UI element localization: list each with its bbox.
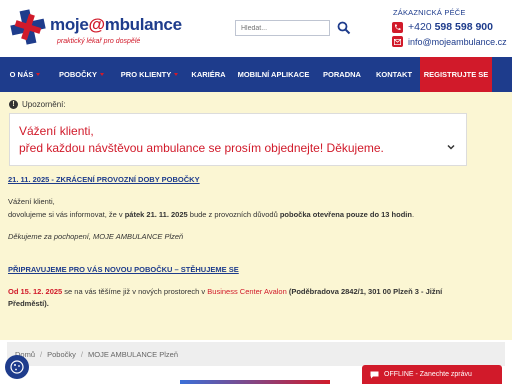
news-title-1[interactable]: 21. 11. 2025 - ZKRÁCENÍ PROVOZNÍ DOBY PO… bbox=[8, 175, 200, 184]
search-icon[interactable] bbox=[337, 21, 351, 35]
news-paragraph-2: Od 15. 12. 2025 se na vás těšíme již v n… bbox=[8, 287, 443, 296]
logo-cross-icon[interactable] bbox=[9, 8, 47, 46]
alert-accordion[interactable]: Vážení klienti, před každou návštěvou am… bbox=[9, 113, 467, 166]
nav-contact[interactable]: KONTAKT bbox=[368, 57, 420, 92]
nav-branches[interactable]: POBOČKY bbox=[50, 57, 113, 92]
news-paragraph-1: dovolujeme si vás informovat, že v pátek… bbox=[8, 210, 415, 219]
nav-for-clients[interactable]: PRO KLIENTY bbox=[113, 57, 186, 92]
nav-career[interactable]: KARIÉRA bbox=[186, 57, 231, 92]
phone-icon bbox=[392, 21, 403, 33]
customer-care-title: ZÁKAZNICKÁ PÉČE bbox=[393, 8, 466, 17]
logo-wordmark[interactable]: moje@mbulance bbox=[50, 15, 182, 35]
news-greeting: Vážení klienti, bbox=[8, 197, 55, 206]
cookie-icon bbox=[10, 360, 24, 374]
phone-link[interactable]: +420 598 598 900 bbox=[392, 21, 493, 33]
search-input[interactable] bbox=[235, 20, 330, 36]
logo-tagline: praktický lékař pro dospělé bbox=[57, 38, 141, 45]
breadcrumb-branches[interactable]: Pobočky bbox=[47, 350, 76, 359]
breadcrumb: Domů / Pobočky / MOJE AMBULANCE Plzeň bbox=[7, 342, 505, 366]
email-link[interactable]: info@mojeambulance.cz bbox=[392, 36, 507, 47]
envelope-icon bbox=[392, 36, 403, 47]
notice-heading: ! Upozornění: bbox=[9, 100, 66, 109]
caret-down-icon bbox=[36, 73, 41, 76]
caret-down-icon bbox=[174, 73, 179, 76]
cookie-settings-button[interactable] bbox=[5, 355, 29, 379]
alert-line-2: před každou návštěvou ambulance se prosí… bbox=[19, 141, 384, 155]
chat-widget[interactable]: OFFLINE - Zanechte zprávu bbox=[362, 365, 502, 384]
nav-mobile-app[interactable]: MOBILNÍ APLIKACE bbox=[231, 57, 316, 92]
site-header: moje@mbulance praktický lékař pro dospěl… bbox=[0, 0, 512, 57]
nav-register-button[interactable]: REGISTRUJTE SE bbox=[420, 57, 492, 92]
main-navigation: O NÁS POBOČKY PRO KLIENTY KARIÉRA MOBILN… bbox=[0, 57, 512, 92]
alert-line-1: Vážení klienti, bbox=[19, 124, 94, 138]
chat-bubble-icon bbox=[370, 371, 379, 378]
info-icon: ! bbox=[9, 100, 18, 109]
hero-image-edge bbox=[180, 380, 330, 384]
breadcrumb-current: MOJE AMBULANCE Plzeň bbox=[87, 349, 179, 359]
caret-down-icon bbox=[99, 73, 104, 76]
news-thanks: Děkujeme za pochopení, MOJE AMBULANCE Pl… bbox=[8, 232, 184, 241]
chevron-down-icon[interactable] bbox=[446, 142, 456, 152]
news-title-2[interactable]: PŘIPRAVUJEME PRO VÁS NOVOU POBOČKU – STĚ… bbox=[8, 265, 239, 274]
nav-about[interactable]: O NÁS bbox=[0, 57, 50, 92]
nav-advice[interactable]: PORADNA bbox=[316, 57, 368, 92]
news-paragraph-2-cont: Předměstí). bbox=[8, 299, 49, 308]
